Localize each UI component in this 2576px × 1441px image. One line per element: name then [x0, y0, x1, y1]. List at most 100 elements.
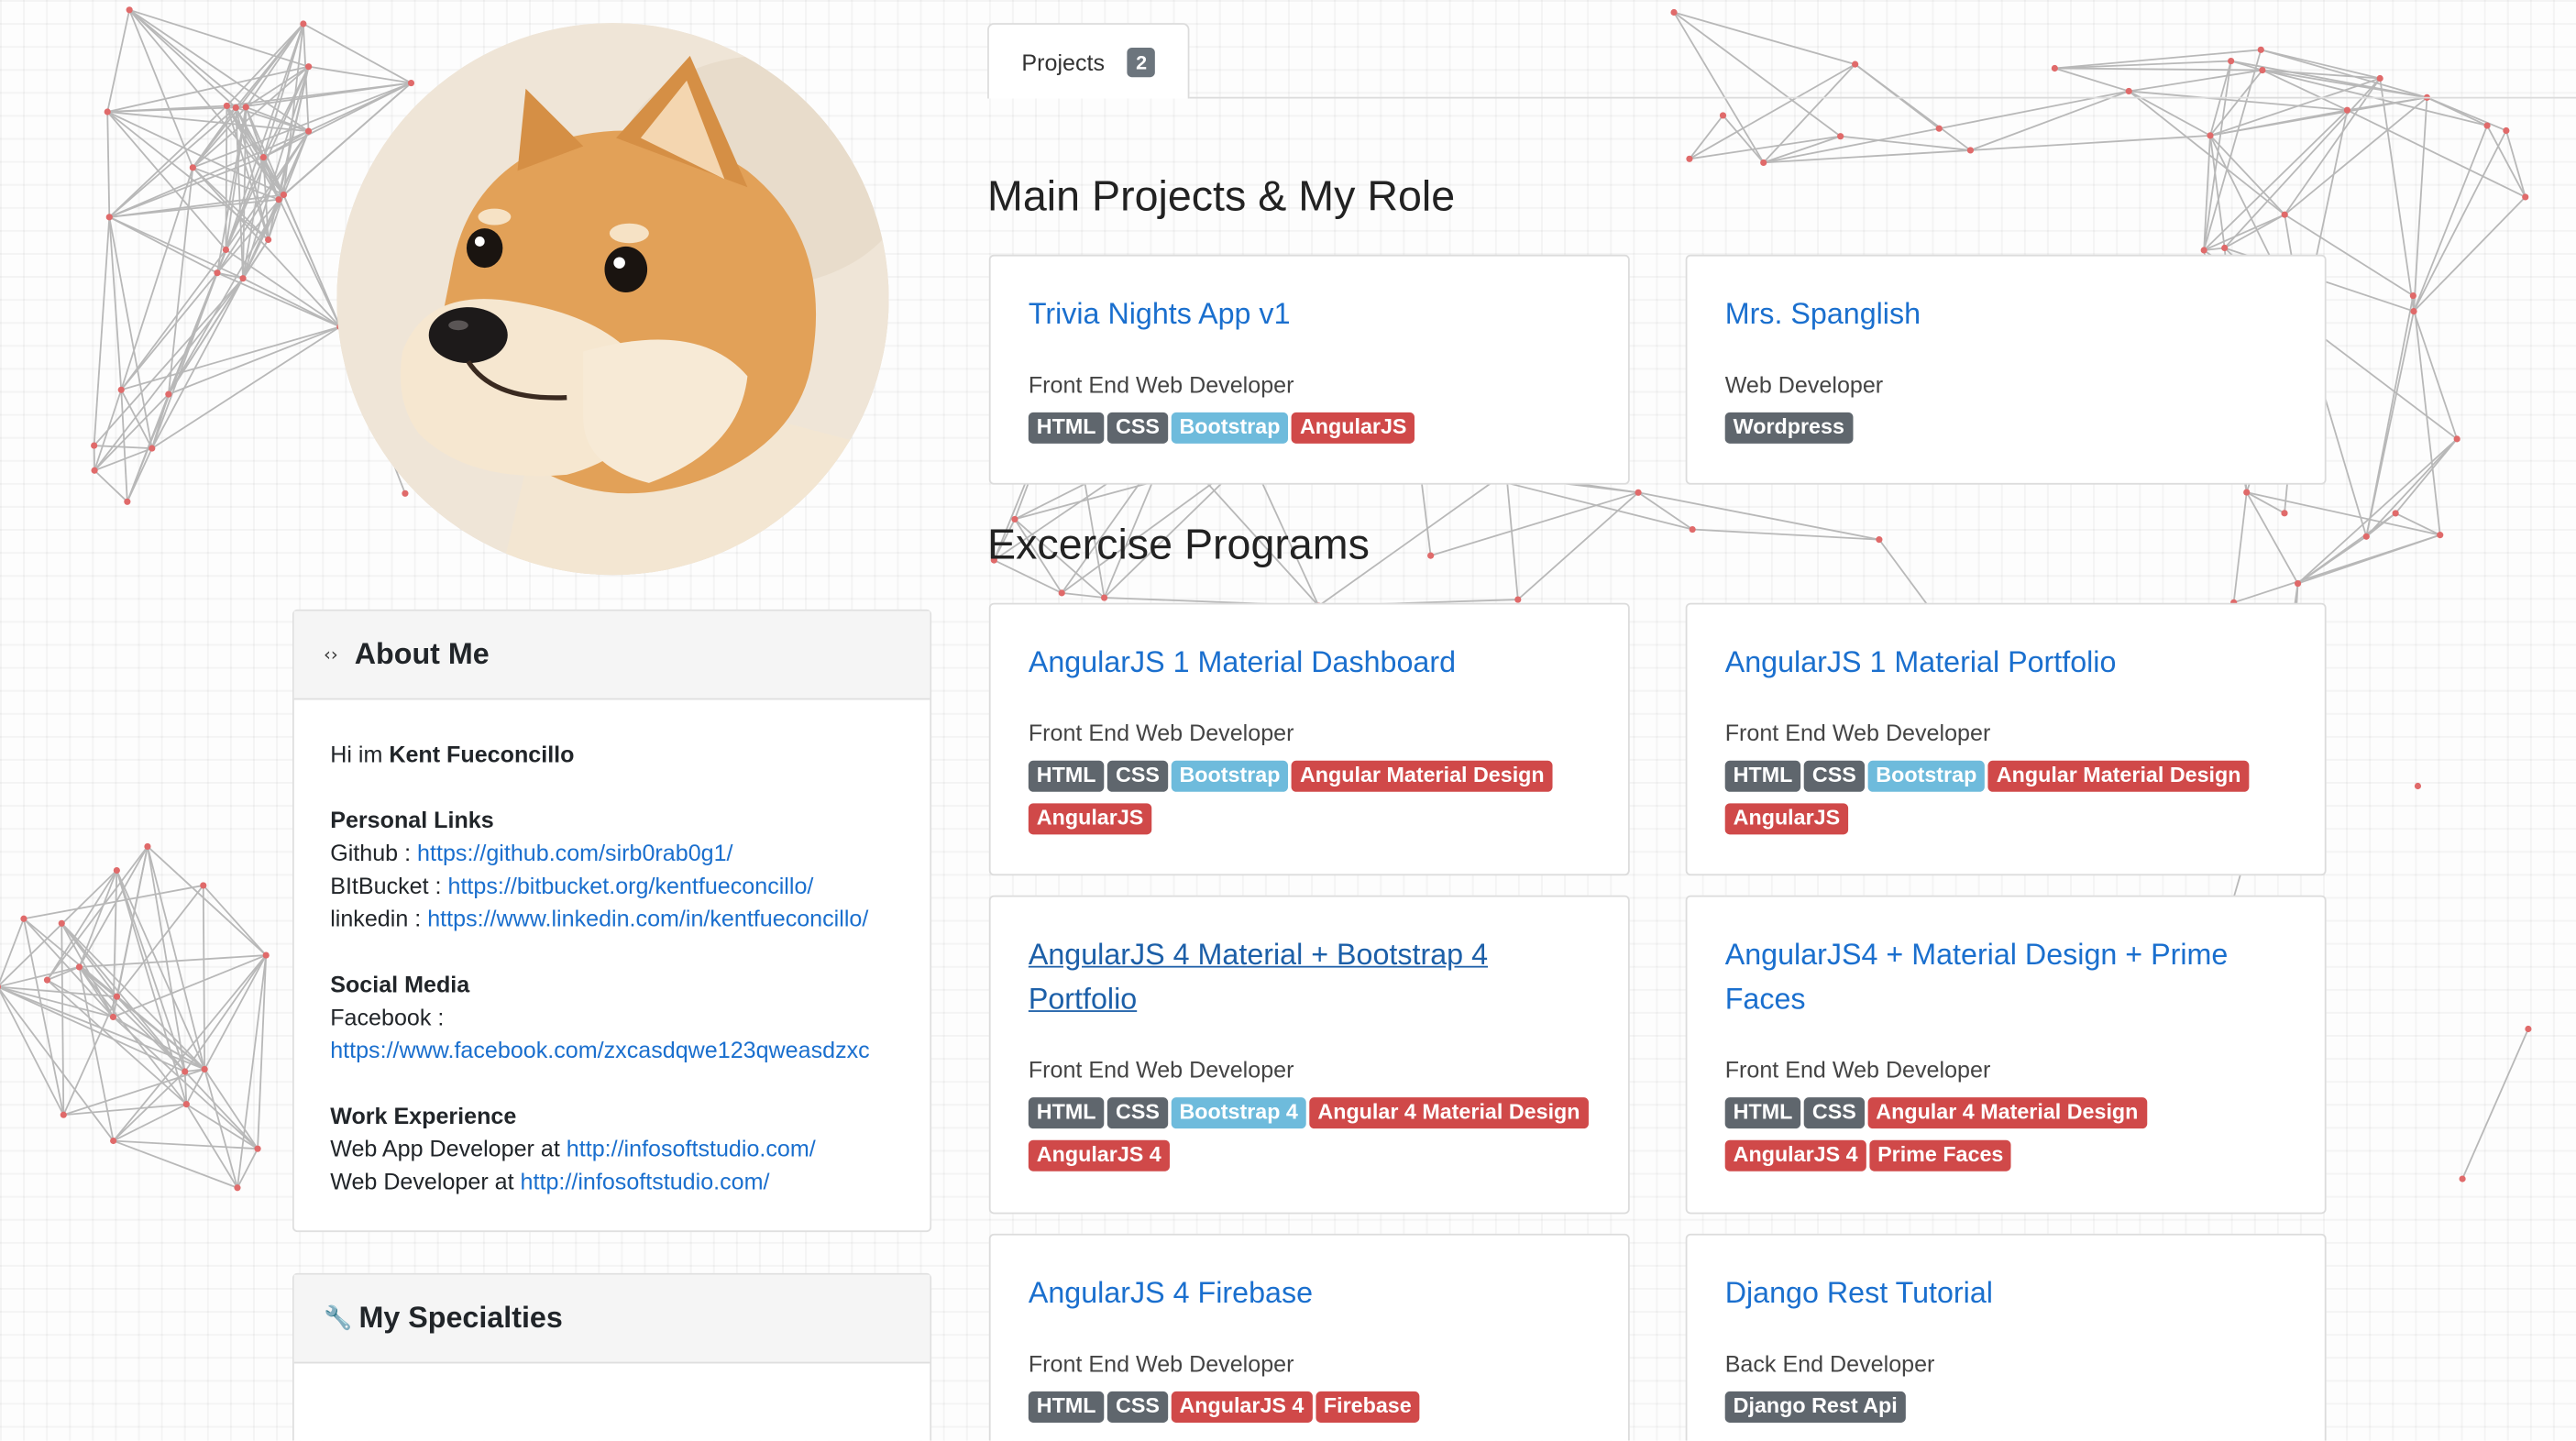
network-edge: [94, 389, 123, 471]
profile-avatar: [336, 23, 889, 576]
network-node: [201, 1065, 208, 1072]
network-node: [165, 390, 172, 398]
network-edge: [2461, 1028, 2529, 1180]
about-me-body: Hi im Kent Fueconcillo Personal Links Gi…: [294, 699, 930, 1230]
tech-tags: HTML CSS Bootstrap Angular Material Design A…: [1724, 760, 2289, 846]
tech-badge: Bootstrap: [1171, 760, 1289, 792]
project-role: Front End Web Developer: [1028, 1350, 1294, 1377]
tab-projects[interactable]: Projects 2: [987, 23, 1190, 99]
project-title-link[interactable]: Mrs. Spanglish: [1725, 292, 2289, 336]
network-edge: [1673, 11, 1842, 138]
tech-badge: Angular Material Design: [1292, 760, 1553, 792]
network-edge: [108, 216, 123, 390]
network-node: [20, 915, 28, 922]
personal-links-section: Personal Links Github : https://github.c…: [330, 803, 894, 934]
work-role: Web App Developer at: [330, 1135, 560, 1162]
network-edge: [2233, 534, 2441, 604]
network-edge: [2427, 96, 2488, 126]
network-node: [300, 20, 307, 28]
tech-tags: Wordpress: [1724, 412, 2289, 456]
project-title-link[interactable]: AngularJS 4 Firebase: [1029, 1271, 1592, 1315]
network-edge: [2209, 109, 2348, 137]
wrench-icon: 🔧: [324, 1304, 353, 1332]
network-node: [110, 1137, 117, 1145]
tech-tags: HTML CSS Bootstrap 4 Angular 4 Material Des…: [1028, 1097, 1592, 1182]
network-edge: [0, 918, 25, 984]
network-edge: [2413, 311, 2459, 440]
network-node: [2281, 510, 2288, 517]
network-node: [105, 214, 113, 221]
network-edge: [1970, 134, 2211, 151]
project-title-link[interactable]: Trivia Nights App v1: [1029, 292, 1592, 336]
tab-divider: [1189, 96, 2576, 99]
network-node: [2503, 126, 2510, 135]
network-edge: [1430, 491, 1639, 556]
network-edge: [93, 216, 111, 446]
network-edge: [2297, 512, 2396, 585]
network-edge: [1689, 115, 1724, 160]
linkedin-link[interactable]: https://www.linkedin.com/in/kentfueconci…: [427, 905, 868, 931]
tech-badge: Prime Faces: [1869, 1139, 2012, 1172]
network-node: [304, 127, 313, 135]
work-experience-heading: Work Experience: [330, 1102, 517, 1129]
project-card-mrs-spanglish: Mrs. Spanglish Web Developer Wordpress: [1685, 254, 2327, 485]
work-link[interactable]: http://infosoftstudio.com/: [567, 1135, 816, 1161]
bitbucket-link[interactable]: https://bitbucket.org/kentfueconcillo/: [448, 873, 814, 899]
network-node: [91, 467, 98, 474]
network-edge: [112, 1016, 259, 1150]
tech-badge: CSS: [1107, 1391, 1168, 1423]
network-edge: [2347, 109, 2526, 198]
network-edge: [2394, 438, 2458, 514]
project-card-angularjs4-material-bootstrap: AngularJS 4 Material + Bootstrap 4 Portf…: [988, 895, 1630, 1215]
owner-name: Kent Fueconcillo: [389, 741, 575, 767]
network-edge: [1505, 472, 1519, 600]
project-title-link[interactable]: AngularJS 4 Material + Bootstrap 4 Portf…: [1029, 933, 1592, 1022]
tech-badge: HTML: [1724, 760, 1801, 792]
network-edge: [47, 979, 205, 1071]
project-card-django-rest-tutorial: Django Rest Tutorial Back End Developer Dj…: [1685, 1233, 2327, 1441]
exercise-programs-title: Excercise Programs: [987, 519, 1370, 569]
network-node: [1670, 8, 1678, 16]
network-node: [2125, 87, 2132, 95]
network-node: [182, 1068, 189, 1075]
tech-tags: Django Rest Api: [1724, 1391, 2289, 1435]
project-role: Front End Web Developer: [1724, 719, 1991, 746]
network-node: [1876, 536, 1883, 544]
network-node: [280, 191, 287, 199]
network-edge: [2413, 130, 2507, 312]
project-title-link[interactable]: AngularJS4 + Material Design + Prime Fac…: [1725, 933, 2289, 1022]
network-edge: [235, 23, 304, 109]
network-node: [58, 919, 65, 927]
project-role: Front End Web Developer: [1028, 1056, 1294, 1083]
network-node: [189, 164, 196, 171]
tech-badge: Angular Material Design: [1987, 760, 2250, 792]
network-node: [60, 1111, 67, 1118]
network-node: [239, 275, 247, 282]
network-edge: [2486, 125, 2526, 198]
work-link[interactable]: http://infosoftstudio.com/: [521, 1168, 770, 1194]
project-title-link[interactable]: AngularJS 1 Material Portfolio: [1725, 641, 2289, 685]
network-edge: [116, 846, 149, 997]
facebook-link[interactable]: https://www.facebook.com/zxcasdqwe123qwe…: [330, 1037, 870, 1063]
project-title-link[interactable]: Django Rest Tutorial: [1725, 1271, 2289, 1315]
bitbucket-label: BItBucket :: [330, 872, 442, 899]
network-node: [124, 498, 131, 505]
network-edge: [150, 272, 218, 449]
network-node: [2228, 57, 2235, 65]
network-edge: [108, 216, 244, 280]
project-card-angularjs1-material-dashboard: AngularJS 1 Material Dashboard Front End …: [988, 602, 1630, 876]
network-edge: [2129, 69, 2263, 93]
network-node: [2437, 532, 2444, 539]
project-title-link[interactable]: AngularJS 1 Material Dashboard: [1029, 641, 1592, 685]
project-role: Front End Web Developer: [1028, 719, 1294, 746]
specialties-title: My Specialties: [358, 1301, 563, 1335]
network-node: [234, 1184, 241, 1192]
tech-badge: Angular 4 Material Design: [1309, 1097, 1589, 1129]
network-node: [117, 386, 125, 393]
network-edge: [2365, 311, 2415, 537]
network-node: [262, 952, 270, 959]
page: { "tabs": [ {"label": "Projects", "count…: [0, 0, 2576, 1441]
project-role: Back End Developer: [1724, 1350, 1935, 1377]
github-link[interactable]: https://github.com/sirb0rab0g1/: [417, 840, 733, 866]
linkedin-label: linkedin :: [330, 905, 422, 932]
